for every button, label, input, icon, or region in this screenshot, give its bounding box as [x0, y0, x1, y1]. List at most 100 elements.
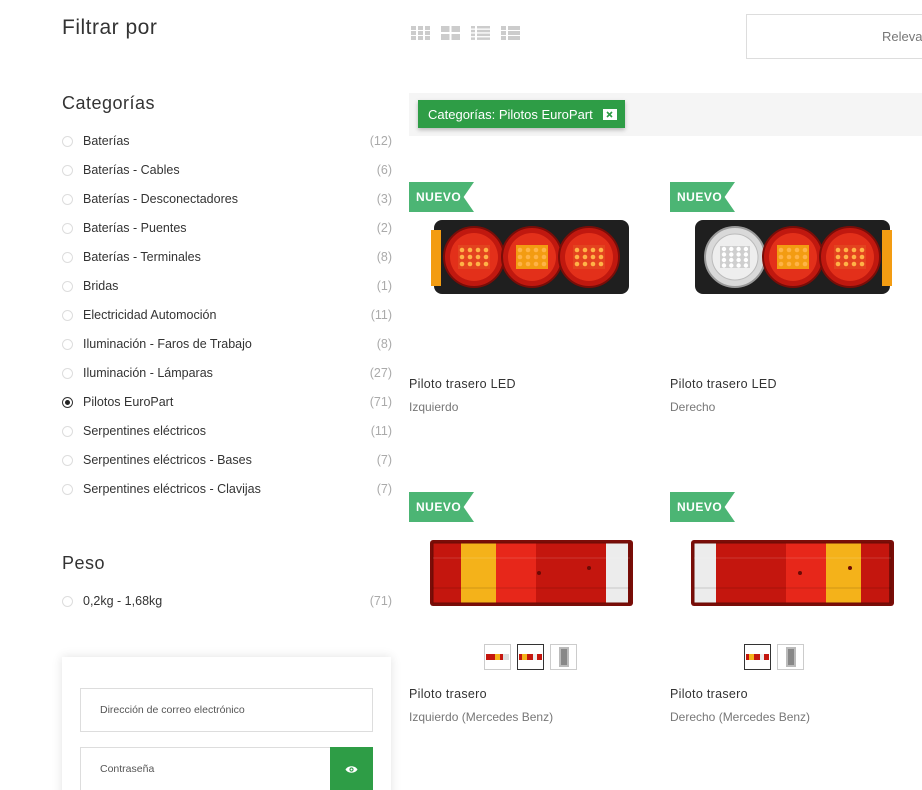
- product-image[interactable]: [690, 528, 895, 618]
- category-item[interactable]: Serpentines eléctricos - Clavijas (7): [62, 474, 392, 503]
- weight-title: Peso: [62, 553, 106, 573]
- category-item[interactable]: Serpentines eléctricos (11): [62, 416, 392, 445]
- category-label: Pilotos EuroPart: [83, 394, 174, 409]
- category-item[interactable]: Baterías - Cables (6): [62, 155, 392, 184]
- product-name[interactable]: Piloto trasero LED: [670, 377, 777, 391]
- product-variant: Izquierdo (Mercedes Benz): [409, 710, 554, 724]
- show-password-button[interactable]: [330, 747, 373, 790]
- product-variant: Izquierdo: [409, 400, 459, 414]
- new-badge: NUEVO: [670, 492, 735, 522]
- category-label: Baterías - Desconectadores: [83, 191, 238, 206]
- product-image[interactable]: [429, 528, 634, 618]
- category-count: (7): [376, 452, 392, 467]
- category-item[interactable]: Baterías - Terminales (8): [62, 242, 392, 271]
- email-field[interactable]: [80, 688, 373, 732]
- login-box: [62, 657, 391, 790]
- radio-button[interactable]: [62, 455, 73, 466]
- category-label: Serpentines eléctricos: [83, 423, 206, 438]
- color-swatches: [744, 644, 804, 670]
- active-filters-bar: Categorías: Pilotos EuroPart: [409, 93, 922, 136]
- category-item[interactable]: Pilotos EuroPart (71): [62, 387, 392, 416]
- category-count: (8): [376, 336, 392, 351]
- product-card[interactable]: NUEVO Piloto trasero LED Derecho: [670, 182, 910, 422]
- grid-small-icon[interactable]: [411, 26, 430, 40]
- radio-button[interactable]: [62, 339, 73, 350]
- category-count: (27): [369, 365, 392, 380]
- category-item[interactable]: Electricidad Automoción (11): [62, 300, 392, 329]
- weight-list: 0,2kg - 1,68kg (71): [62, 586, 392, 615]
- category-label: Bridas: [83, 278, 119, 293]
- product-image[interactable]: [690, 212, 895, 302]
- category-item[interactable]: Baterías - Puentes (2): [62, 213, 392, 242]
- weight-count: (71): [369, 593, 392, 608]
- category-item[interactable]: Bridas (1): [62, 271, 392, 300]
- category-count: (11): [370, 423, 392, 438]
- category-count: (1): [376, 278, 392, 293]
- color-swatch[interactable]: [744, 644, 771, 670]
- category-label: Baterías - Puentes: [83, 220, 187, 235]
- category-count: (6): [376, 162, 392, 177]
- category-count: (11): [370, 307, 392, 322]
- radio-button[interactable]: [62, 165, 73, 176]
- category-label: Baterías - Cables: [83, 162, 180, 177]
- new-badge: NUEVO: [409, 492, 474, 522]
- weight-label: 0,2kg - 1,68kg: [83, 593, 163, 608]
- product-image[interactable]: [429, 212, 634, 302]
- new-badge: NUEVO: [670, 182, 735, 212]
- color-swatches: [484, 644, 577, 670]
- list-detail-icon[interactable]: [501, 26, 520, 40]
- view-mode-switcher: [411, 26, 520, 40]
- category-count: (3): [376, 191, 392, 206]
- product-name[interactable]: Piloto trasero: [670, 687, 748, 701]
- category-label: Serpentines eléctricos - Clavijas: [83, 481, 261, 496]
- color-swatch[interactable]: [484, 644, 511, 670]
- product-variant: Derecho (Mercedes Benz): [670, 710, 811, 724]
- radio-button[interactable]: [62, 596, 73, 607]
- new-badge: NUEVO: [409, 182, 474, 212]
- category-label: Electricidad Automoción: [83, 307, 217, 322]
- category-list: Baterías (12) Baterías - Cables (6) Baterías…: [62, 126, 392, 503]
- close-icon[interactable]: [602, 108, 617, 120]
- product-variant: Derecho: [670, 400, 716, 414]
- category-item[interactable]: Baterías (12): [62, 126, 392, 155]
- product-card[interactable]: NUEVO Piloto trasero Izquierdo (Mercedes B…: [409, 492, 649, 732]
- radio-button[interactable]: [62, 252, 73, 263]
- category-item[interactable]: Iluminación - Faros de Trabajo (8): [62, 329, 392, 358]
- radio-button[interactable]: [62, 368, 73, 379]
- category-item[interactable]: Baterías - Desconectadores (3): [62, 184, 392, 213]
- category-count: (2): [376, 220, 392, 235]
- grid-large-icon[interactable]: [441, 26, 460, 40]
- category-label: Baterías - Terminales: [83, 249, 201, 264]
- sort-select[interactable]: Relevancia: [746, 14, 922, 59]
- category-item[interactable]: Serpentines eléctricos - Bases (7): [62, 445, 392, 474]
- category-count: (71): [369, 394, 392, 409]
- radio-button[interactable]: [62, 484, 73, 495]
- product-name[interactable]: Piloto trasero LED: [409, 377, 516, 391]
- product-card[interactable]: NUEVO Piloto trasero Derecho (Mercedes Ben…: [670, 492, 910, 732]
- weight-item[interactable]: 0,2kg - 1,68kg (71): [62, 586, 392, 615]
- radio-button[interactable]: [62, 310, 73, 321]
- active-filter-chip[interactable]: Categorías: Pilotos EuroPart: [418, 100, 625, 128]
- category-label: Iluminación - Faros de Trabajo: [83, 336, 252, 351]
- category-label: Serpentines eléctricos - Bases: [83, 452, 252, 467]
- product-name[interactable]: Piloto trasero: [409, 687, 487, 701]
- active-filter-label: Categorías: Pilotos EuroPart: [428, 106, 593, 122]
- product-card[interactable]: NUEVO Piloto trasero LED Izquierdo: [409, 182, 649, 422]
- color-swatch[interactable]: [517, 644, 544, 670]
- radio-button[interactable]: [62, 426, 73, 437]
- category-count: (12): [369, 133, 392, 148]
- radio-button[interactable]: [62, 136, 73, 147]
- radio-button[interactable]: [62, 281, 73, 292]
- color-swatch[interactable]: [777, 644, 804, 670]
- category-label: Baterías: [83, 133, 130, 148]
- radio-button[interactable]: [62, 397, 73, 408]
- category-label: Iluminación - Lámparas: [83, 365, 213, 380]
- category-item[interactable]: Iluminación - Lámparas (27): [62, 358, 392, 387]
- eye-icon: [345, 765, 358, 773]
- list-icon[interactable]: [471, 26, 490, 40]
- categories-title: Categorías: [62, 93, 156, 113]
- radio-button[interactable]: [62, 223, 73, 234]
- category-count: (7): [376, 481, 392, 496]
- color-swatch[interactable]: [550, 644, 577, 670]
- radio-button[interactable]: [62, 194, 73, 205]
